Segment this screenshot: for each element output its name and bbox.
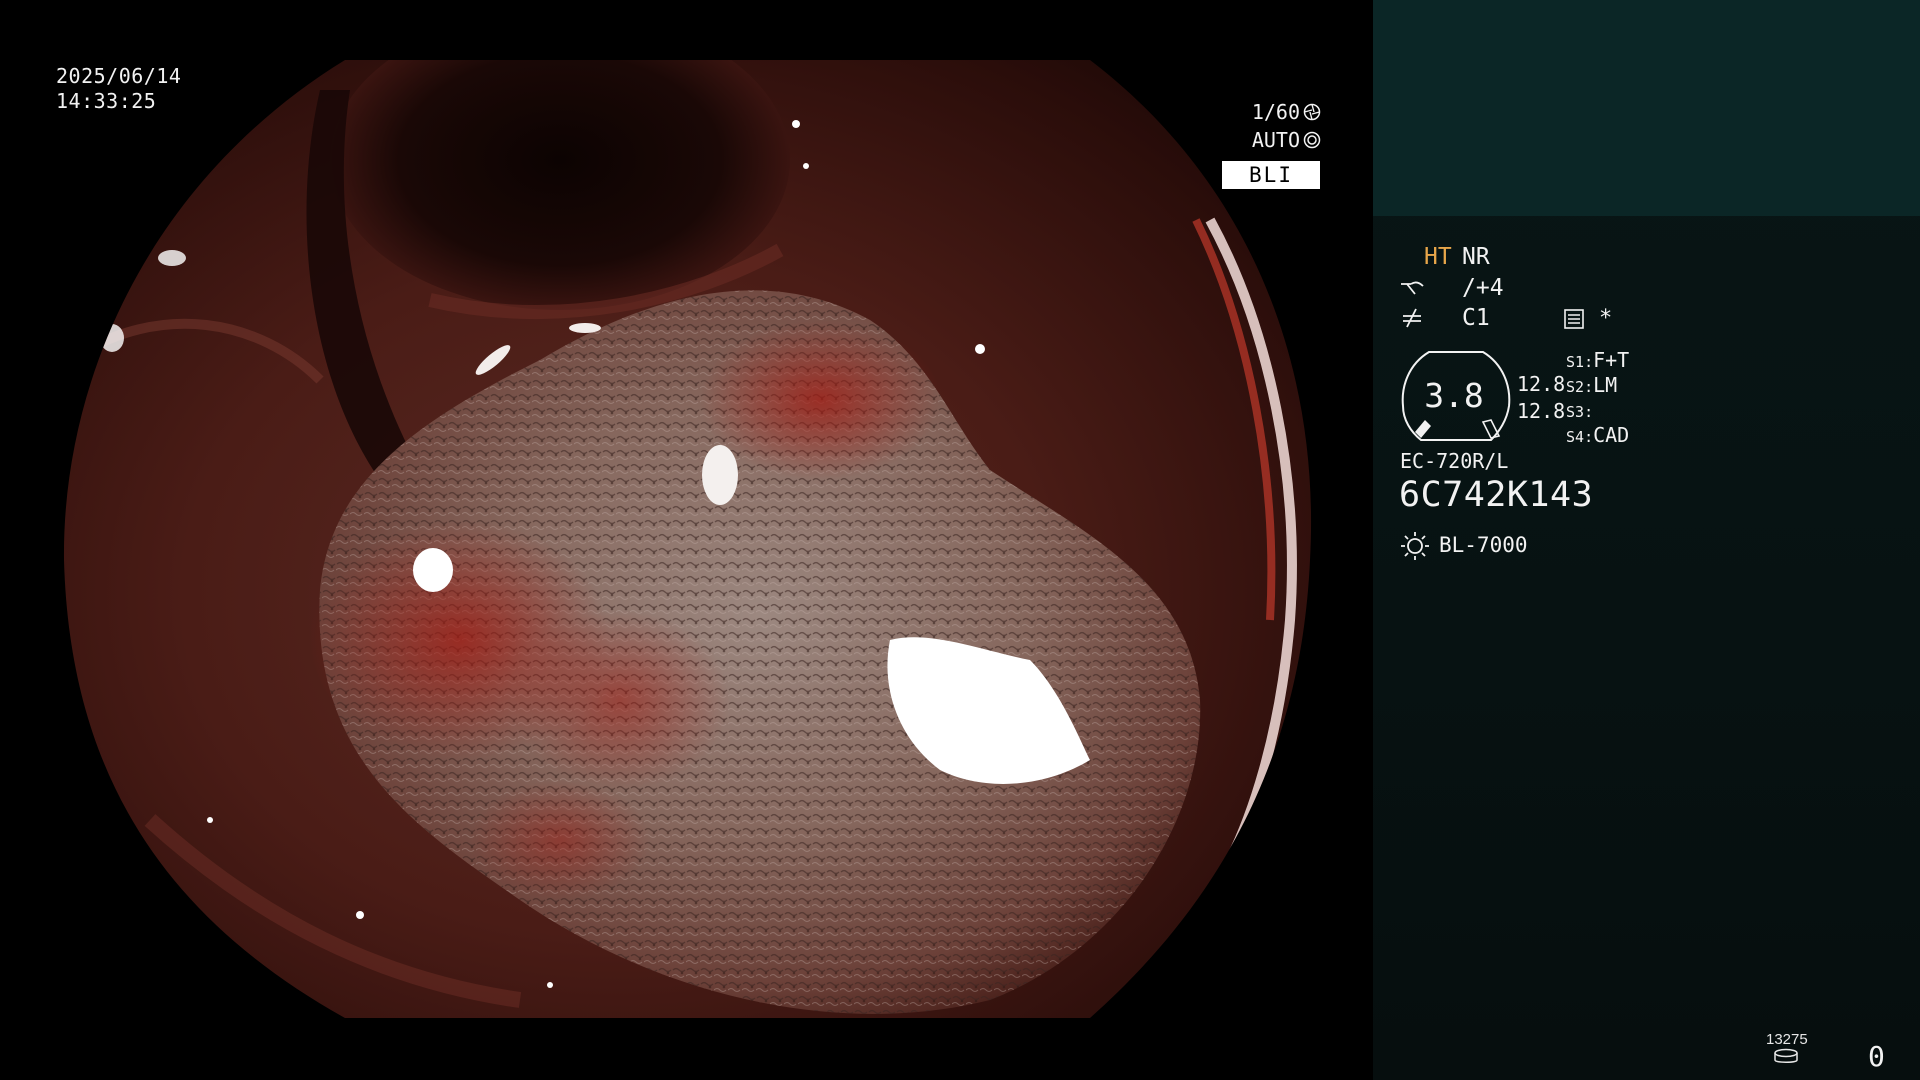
light-source-icon xyxy=(1401,532,1429,560)
light-mode-badge: BLI xyxy=(1222,161,1320,189)
focal-value-1: 12.8 xyxy=(1517,372,1566,396)
switch-value: CAD xyxy=(1593,423,1630,447)
time-text: 14:33:25 xyxy=(56,89,157,113)
aperture-icon xyxy=(1303,103,1321,121)
storage-icon xyxy=(1774,1048,1798,1063)
record-counter: 0 xyxy=(1868,1040,1885,1073)
date-text: 2025/06/14 xyxy=(56,64,182,88)
iris-indicator: AUTO xyxy=(1252,128,1321,152)
nr-indicator: NR xyxy=(1462,244,1490,270)
date-time-display: 2025/06/14 14:33:25 xyxy=(56,64,181,114)
scope-switch-1: S1:F+T xyxy=(1566,348,1630,372)
light-source-model: BL-7000 xyxy=(1439,533,1528,557)
focal-value-2: 12.8 xyxy=(1517,399,1566,423)
star-indicator: * xyxy=(1599,306,1613,331)
shutter-indicator: 1/60 xyxy=(1252,100,1321,124)
scope-serial: 6C742K143 xyxy=(1399,475,1594,515)
scope-switch-4: S4:CAD xyxy=(1566,423,1630,447)
zoom-value: 3.8 xyxy=(1424,376,1484,415)
image-count: 13275 xyxy=(1766,1031,1808,1048)
switch-key: S4 xyxy=(1566,428,1585,446)
endoscopy-monitor: 2025/06/14 14:33:25 1/60 AUTO BLI HT NR … xyxy=(0,0,1920,1080)
scope-model: EC-720R/L xyxy=(1400,449,1509,473)
switch-key: S1 xyxy=(1566,353,1585,371)
thumbnail-area xyxy=(1373,0,1920,216)
memo-icon xyxy=(1564,309,1584,329)
structure-enhancement-icon xyxy=(1401,281,1424,295)
endoscopic-image xyxy=(63,60,1312,1018)
switch-key: S3 xyxy=(1566,403,1585,421)
scope-switch-2: S2:LM xyxy=(1566,373,1618,397)
color-enhancement-icon xyxy=(1403,308,1421,328)
shutter-speed-text: 1/60 xyxy=(1251,100,1300,124)
switch-value: F+T xyxy=(1593,348,1630,372)
enhancement-value: /+4 xyxy=(1462,275,1504,301)
iris-icon xyxy=(1303,131,1321,149)
color-mode-value: C1 xyxy=(1462,305,1490,331)
switch-key: S2 xyxy=(1566,378,1585,396)
endoscope-view: 2025/06/14 14:33:25 1/60 AUTO BLI xyxy=(0,0,1373,1080)
scope-switch-3: S3: xyxy=(1566,403,1594,421)
info-panel: HT NR /+4 C1 * 3.8 12.8 12.8 S1:F+T S2:L… xyxy=(1373,0,1920,1080)
iris-mode-text: AUTO xyxy=(1251,128,1300,152)
ht-indicator: HT xyxy=(1424,244,1452,270)
switch-value: LM xyxy=(1593,373,1618,397)
